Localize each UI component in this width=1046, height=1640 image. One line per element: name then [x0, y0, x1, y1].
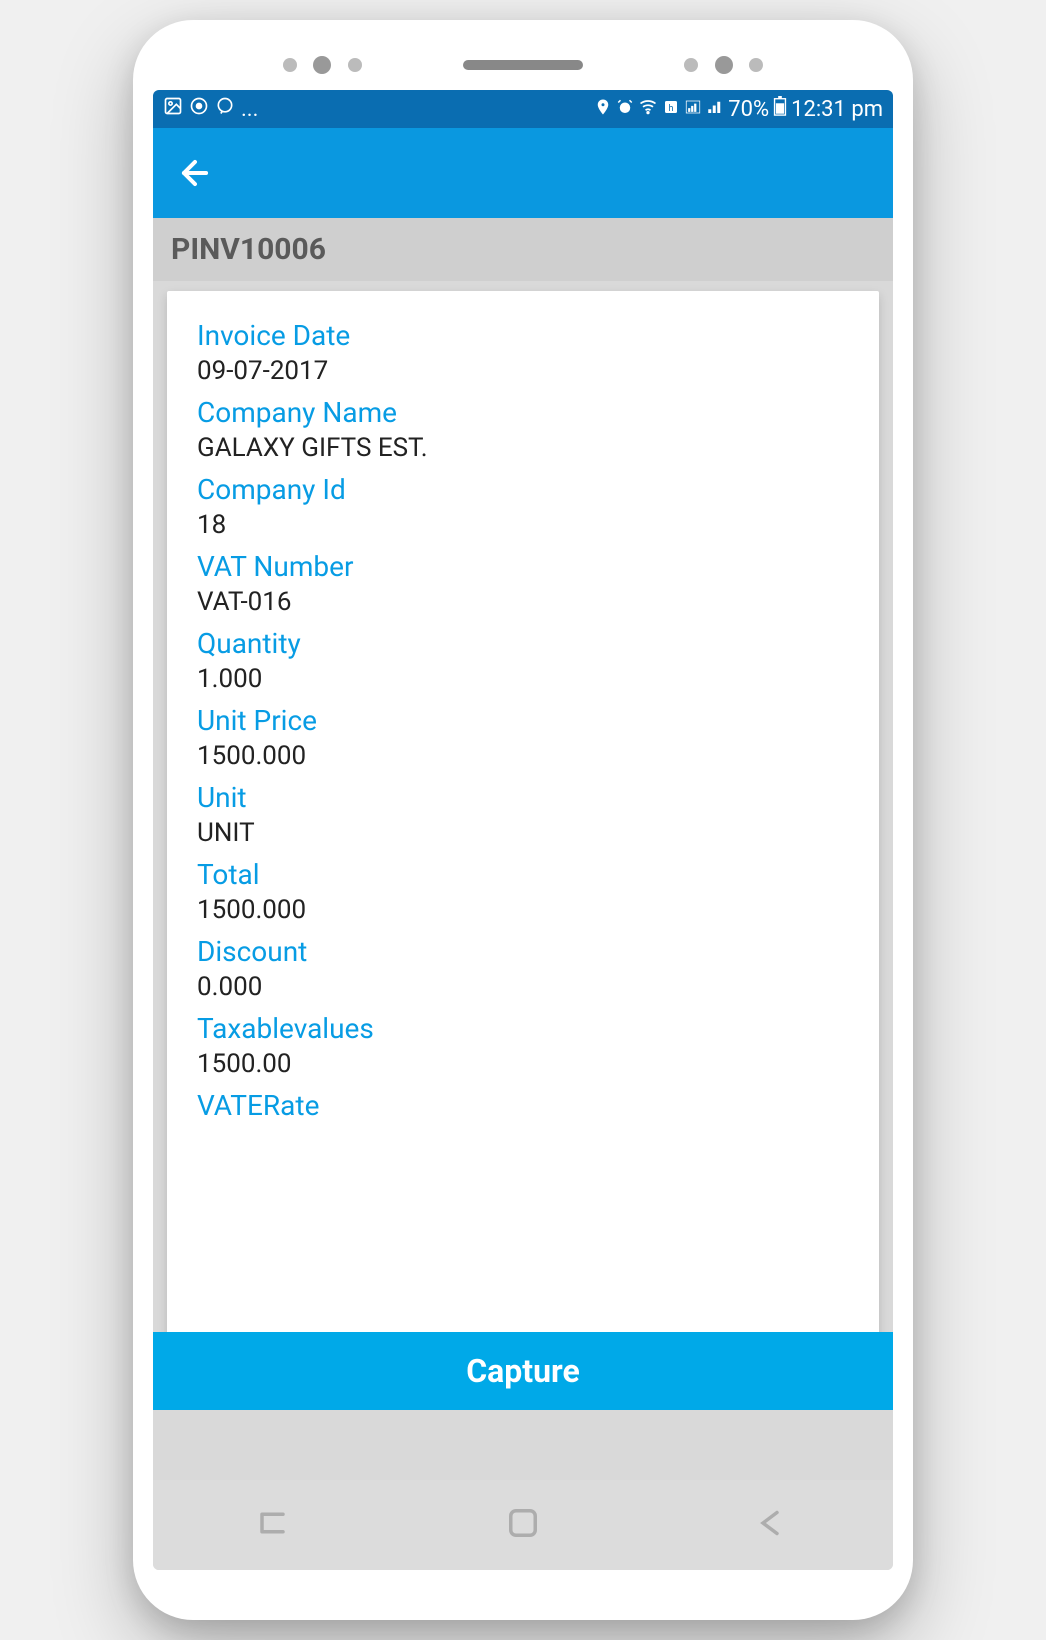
field-value: 09-07-2017 [197, 356, 849, 386]
field-label: Company Id [197, 473, 849, 506]
status-bar-clock: 12:31 pm [791, 97, 883, 122]
field-value: 1500.000 [197, 895, 849, 925]
bottom-spacer [153, 1410, 893, 1480]
whatsapp-icon [215, 96, 235, 122]
battery-icon [773, 96, 787, 122]
field-value: 18 [197, 510, 849, 540]
content-area[interactable]: Invoice Date 09-07-2017 Company Name GAL… [153, 281, 893, 1332]
field-label: Invoice Date [197, 319, 849, 352]
field-label: Quantity [197, 627, 849, 660]
field-label: Discount [197, 935, 849, 968]
field-value: 1500.00 [197, 1049, 849, 1079]
field-value: 0.000 [197, 972, 849, 1002]
wifi-icon [638, 96, 658, 122]
gallery-icon [163, 96, 183, 122]
location-icon [594, 97, 612, 122]
app-bar [153, 128, 893, 218]
field-value: 1.000 [197, 664, 849, 694]
field-value: VAT-016 [197, 587, 849, 617]
field-value: UNIT [197, 818, 849, 848]
app-indicator-icon: h [662, 97, 680, 122]
back-nav-button[interactable] [749, 1502, 791, 1548]
battery-text: 70% [728, 97, 769, 122]
svg-text:h: h [669, 103, 674, 113]
field-label: Company Name [197, 396, 849, 429]
sync-icon [189, 96, 209, 122]
signal-1-icon [684, 97, 702, 122]
field-label: Unit Price [197, 704, 849, 737]
field-value: 1500.000 [197, 741, 849, 771]
field-label: Total [197, 858, 849, 891]
phone-top-sensors [153, 40, 893, 90]
screen: ... h [153, 90, 893, 1570]
invoice-card: Invoice Date 09-07-2017 Company Name GAL… [167, 291, 879, 1332]
status-bar: ... h [153, 90, 893, 128]
navigation-bar [153, 1480, 893, 1570]
phone-frame: ... h [133, 20, 913, 1620]
back-button[interactable] [173, 151, 217, 195]
page-title: PINV10006 [153, 218, 893, 281]
notifications-ellipsis: ... [241, 97, 258, 122]
signal-2-icon [706, 97, 724, 122]
field-label: VATERate [197, 1089, 849, 1122]
status-bar-right: h 70% 12:31 pm [594, 96, 883, 122]
recents-button[interactable] [255, 1502, 297, 1548]
field-value: GALAXY GIFTS EST. [197, 433, 849, 463]
field-label: Unit [197, 781, 849, 814]
field-label: VAT Number [197, 550, 849, 583]
status-bar-left: ... [163, 96, 258, 122]
capture-button[interactable]: Capture [153, 1332, 893, 1410]
field-label: Taxablevalues [197, 1012, 849, 1045]
alarm-icon [616, 97, 634, 122]
home-button[interactable] [502, 1502, 544, 1548]
